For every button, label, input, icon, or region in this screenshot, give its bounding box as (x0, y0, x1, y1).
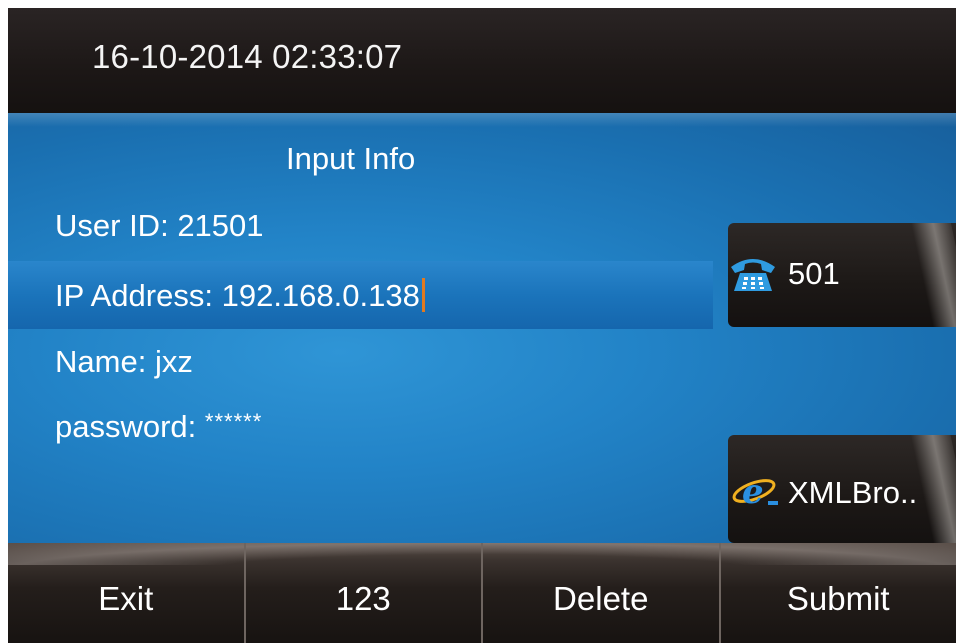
datetime: 16-10-2014 02:33:07 (92, 38, 403, 75)
ip-address-line: IP Address: 192.168.0.138 (55, 278, 425, 314)
user-id-label: User ID: (55, 208, 169, 243)
name-field[interactable]: Name: jxz (8, 329, 713, 397)
ip-address-label: IP Address: (55, 278, 213, 313)
text-caret (421, 278, 425, 312)
password-line: password: ****** (55, 409, 262, 445)
phone-screen: 16-10-2014 02:33:07 Input Info User ID: … (8, 8, 956, 643)
phone-icon (731, 259, 775, 291)
name-line: Name: jxz (55, 344, 193, 380)
key-shine (910, 435, 956, 543)
submit-softkey[interactable]: Submit (721, 543, 956, 643)
ip-address-value: 192.168.0.138 (221, 278, 420, 313)
user-id-value: 21501 (177, 208, 264, 243)
input-mode-softkey[interactable]: 123 (246, 543, 483, 643)
key-shine (910, 223, 956, 327)
exit-softkey[interactable]: Exit (8, 543, 246, 643)
delete-softkey[interactable]: Delete (483, 543, 721, 643)
user-id-field[interactable]: User ID: 21501 (8, 193, 713, 261)
svg-text:e: e (742, 472, 764, 511)
password-value: ****** (204, 409, 263, 434)
line-key-501-label: 501 (788, 256, 840, 291)
line-key-xml-browser[interactable]: e XMLBro.. (728, 435, 956, 543)
form-title: Input Info (286, 141, 416, 176)
password-field[interactable]: password: ****** (8, 397, 713, 465)
softkey-bar: Exit 123 Delete Submit (8, 543, 956, 643)
user-id-line: User ID: 21501 (55, 208, 264, 244)
name-label: Name: (55, 344, 147, 379)
browser-e-icon: e (732, 472, 778, 511)
panel-sheen (8, 113, 956, 127)
line-key-xml-label: XMLBro.. (788, 475, 918, 510)
line-key-501[interactable]: 501 (728, 223, 956, 327)
ip-address-field[interactable]: IP Address: 192.168.0.138 (8, 261, 713, 329)
status-bar: 16-10-2014 02:33:07 (8, 8, 956, 113)
name-value: jxz (154, 344, 193, 379)
password-label: password: (55, 409, 197, 444)
